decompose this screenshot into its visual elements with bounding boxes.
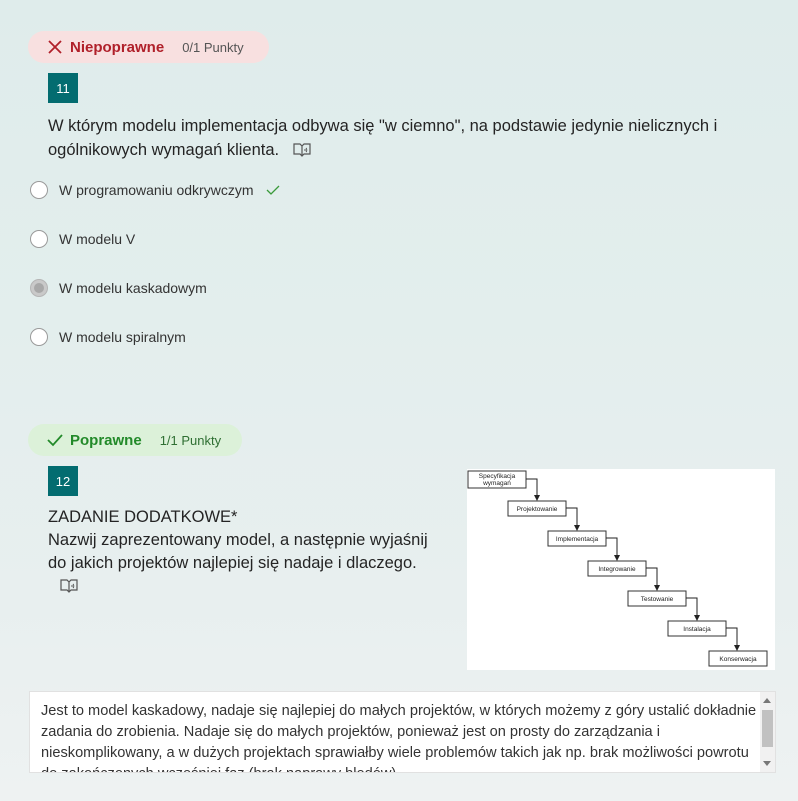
answer-textarea[interactable]: Jest to model kaskadowy, nadaje się najl… bbox=[29, 691, 776, 773]
option-label: W modelu kaskadowym bbox=[59, 280, 207, 296]
option-3[interactable]: W modelu kaskadowym bbox=[30, 277, 207, 299]
immersive-reader-icon[interactable] bbox=[292, 142, 312, 158]
points-label: 0/1 Punkty bbox=[182, 39, 244, 55]
check-icon bbox=[266, 185, 279, 195]
diagram-step: Integrowanie bbox=[598, 566, 636, 573]
question-line: Nazwij zaprezentowany model, a następnie… bbox=[48, 531, 428, 549]
option-label: W programowaniu odkrywczym bbox=[59, 182, 254, 198]
question-text: ZADANIE DODATKOWE* Nazwij zaprezentowany… bbox=[48, 506, 458, 575]
option-4[interactable]: W modelu spiralnym bbox=[30, 326, 186, 348]
diagram-step: Konserwacja bbox=[719, 656, 757, 663]
answer-text: Jest to model kaskadowy, nadaje się najl… bbox=[41, 703, 757, 772]
option-2[interactable]: W modelu V bbox=[30, 228, 135, 250]
radio-button-selected[interactable] bbox=[30, 279, 48, 297]
diagram-step: Specyfikacja bbox=[479, 473, 516, 480]
scroll-down-arrow-icon[interactable] bbox=[763, 761, 771, 766]
result-label: Poprawne bbox=[70, 431, 142, 449]
radio-button[interactable] bbox=[30, 230, 48, 248]
question-text-content: W którym modelu implementacja odbywa się… bbox=[48, 117, 718, 159]
diagram-step: wymagań bbox=[482, 480, 511, 487]
waterfall-diagram: Specyfikacja wymagań Projektowanie Imple… bbox=[467, 470, 768, 667]
radio-button[interactable] bbox=[30, 328, 48, 346]
option-label: W modelu spiralnym bbox=[59, 329, 186, 345]
incorrect-badge: Niepoprawne 0/1 Punkty bbox=[28, 31, 269, 63]
result-label: Niepoprawne bbox=[70, 38, 165, 56]
question-text: W którym modelu implementacja odbywa się… bbox=[48, 114, 768, 162]
option-1[interactable]: W programowaniu odkrywczym bbox=[30, 179, 280, 201]
option-label: W modelu V bbox=[59, 231, 136, 247]
x-icon bbox=[48, 40, 62, 54]
question-number: 11 bbox=[48, 73, 78, 103]
question-number: 12 bbox=[48, 466, 78, 496]
radio-button[interactable] bbox=[30, 181, 48, 199]
check-icon bbox=[47, 434, 63, 447]
diagram-step: Implementacja bbox=[556, 536, 599, 543]
question-line: do jakich projektów najlepiej się nadaje… bbox=[48, 554, 417, 572]
scroll-thumb[interactable] bbox=[762, 710, 773, 747]
points-label: 1/1 Punkty bbox=[159, 432, 222, 448]
diagram-step: Instalacja bbox=[683, 626, 711, 633]
immersive-reader-icon[interactable] bbox=[59, 578, 79, 594]
question-title: ZADANIE DODATKOWE* bbox=[48, 508, 238, 526]
waterfall-diagram-image: Specyfikacja wymagań Projektowanie Imple… bbox=[467, 469, 775, 670]
correct-badge: Poprawne 1/1 Punkty bbox=[28, 424, 242, 456]
diagram-step: Projektowanie bbox=[517, 506, 558, 513]
scroll-up-arrow-icon[interactable] bbox=[763, 698, 771, 703]
scrollbar[interactable] bbox=[760, 692, 775, 772]
diagram-step: Testowanie bbox=[641, 596, 674, 603]
